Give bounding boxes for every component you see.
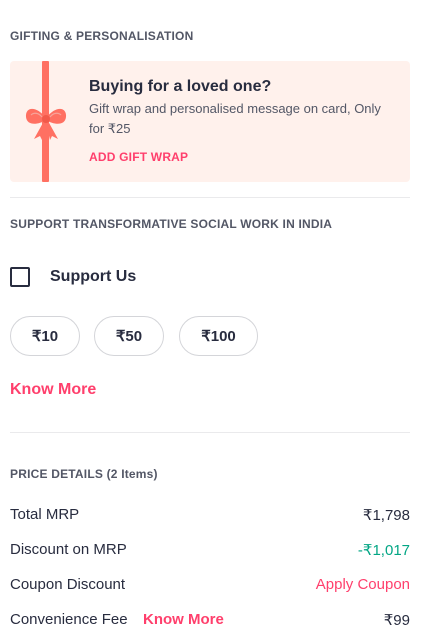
price-row-value: -₹1,017: [357, 542, 410, 559]
gift-wrap-card: Buying for a loved one? Gift wrap and pe…: [10, 61, 410, 182]
price-row-value: ₹99: [383, 612, 410, 629]
section-divider: [10, 197, 410, 198]
add-gift-wrap-link[interactable]: ADD GIFT WRAP: [89, 150, 188, 164]
convenience-fee-know-more-link[interactable]: Know More: [143, 611, 224, 628]
price-row-value: ₹1,798: [362, 507, 410, 524]
social-section-title: SUPPORT TRANSFORMATIVE SOCIAL WORK IN IN…: [10, 217, 333, 231]
price-row-total-mrp: Total MRP ₹1,798: [10, 506, 410, 526]
gifting-section-title: GIFTING & PERSONALISATION: [10, 29, 194, 43]
price-row-convenience-fee: Convenience Fee Know More ₹99: [10, 611, 410, 631]
donation-amount-50-button[interactable]: ₹50: [94, 316, 164, 356]
support-us-checkbox[interactable]: [10, 267, 30, 287]
gift-bow-icon: [25, 108, 67, 140]
support-us-label[interactable]: Support Us: [50, 268, 136, 286]
section-divider: [10, 432, 410, 433]
gift-heading: Buying for a loved one?: [89, 78, 272, 95]
apply-coupon-link[interactable]: Apply Coupon: [316, 576, 410, 593]
donation-amount-100-button[interactable]: ₹100: [179, 316, 258, 356]
social-know-more-link[interactable]: Know More: [10, 381, 96, 399]
price-row-label: Discount on MRP: [10, 541, 127, 558]
price-row-discount-mrp: Discount on MRP -₹1,017: [10, 541, 410, 561]
price-row-coupon-discount: Coupon Discount Apply Coupon: [10, 576, 410, 596]
price-row-label: Convenience Fee: [10, 611, 128, 628]
price-row-label: Total MRP: [10, 506, 80, 523]
price-row-label: Coupon Discount: [10, 576, 126, 593]
price-details-title: PRICE DETAILS (2 Items): [10, 467, 158, 481]
gift-description: Gift wrap and personalised message on ca…: [89, 101, 381, 136]
donation-amount-10-button[interactable]: ₹10: [10, 316, 80, 356]
